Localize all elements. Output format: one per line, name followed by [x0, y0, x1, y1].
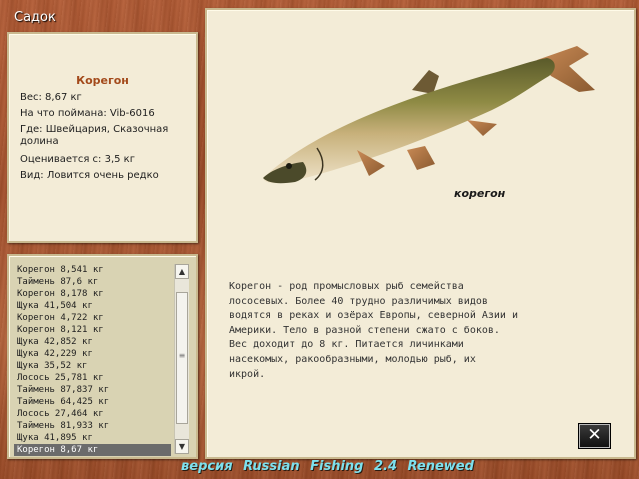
- fish-eye: [286, 163, 292, 169]
- list-scrollbar[interactable]: ▲ ≡ ▼: [174, 264, 189, 454]
- fish-detail-panel: корегон Корегон - род промысловых рыб се…: [205, 8, 636, 459]
- scroll-thumb[interactable]: ≡: [176, 292, 188, 424]
- list-item[interactable]: Щука 35,52 кг: [14, 360, 171, 372]
- fish-illustration: [263, 46, 595, 184]
- list-item[interactable]: Таймень 87,837 кг: [14, 384, 171, 396]
- list-item[interactable]: Щука 41,504 кг: [14, 300, 171, 312]
- dorsal-fin: [412, 70, 439, 94]
- fish-name: Корегон: [76, 74, 129, 87]
- list-item[interactable]: Корегон 8,121 кг: [14, 324, 171, 336]
- picture-caption: корегон: [454, 187, 506, 200]
- list-item[interactable]: Корегон 8,178 кг: [14, 288, 171, 300]
- fish-description: Корегон - род промысловых рыб семейства …: [229, 281, 518, 380]
- fish-info-panel: Корегон Вес: 8,67 кг На что поймана: Vib…: [7, 32, 198, 243]
- close-button[interactable]: ✕: [579, 424, 610, 448]
- pelvic-fin: [407, 146, 435, 170]
- list-item[interactable]: Щука 42,852 кг: [14, 336, 171, 348]
- anal-fin: [467, 120, 497, 136]
- window-title: Садок: [14, 10, 56, 25]
- scroll-down-button[interactable]: ▼: [175, 439, 189, 454]
- fish-bait: На что поймана: Vib-6016: [20, 108, 155, 119]
- version-footer: версия Russian Fishing 2.4 Renewed: [181, 459, 474, 474]
- fish-value: Оценивается с: 3,5 кг: [20, 154, 135, 165]
- list-item[interactable]: Щука 42,229 кг: [14, 348, 171, 360]
- list-item[interactable]: Корегон 4,722 кг: [14, 312, 171, 324]
- list-item[interactable]: Таймень 87,6 кг: [14, 276, 171, 288]
- list-item[interactable]: Таймень 81,933 кг: [14, 420, 171, 432]
- fish-weight: Вес: 8,67 кг: [20, 92, 82, 103]
- list-item[interactable]: Щука 41,895 кг: [14, 432, 171, 444]
- scroll-up-button[interactable]: ▲: [175, 264, 189, 279]
- catch-list: Корегон 8,541 кг Таймень 87,6 кг Корегон…: [14, 264, 171, 456]
- list-item[interactable]: Таймень 64,425 кг: [14, 396, 171, 408]
- list-item[interactable]: Лосось 27,464 кг: [14, 408, 171, 420]
- list-item[interactable]: Корегон 8,541 кг: [14, 264, 171, 276]
- fish-body: [263, 58, 555, 184]
- list-item[interactable]: Лосось 25,781 кг: [14, 372, 171, 384]
- catch-list-panel: Корегон 8,541 кг Таймень 87,6 кг Корегон…: [7, 254, 198, 459]
- grip-icon: ≡: [178, 351, 186, 360]
- fish-location: Где: Швейцария, Сказочная долина: [20, 124, 169, 147]
- list-item[interactable]: Корегон 8,67 кг: [14, 444, 171, 456]
- close-icon: ✕: [587, 425, 602, 445]
- fish-rarity: Вид: Ловится очень редко: [20, 170, 159, 181]
